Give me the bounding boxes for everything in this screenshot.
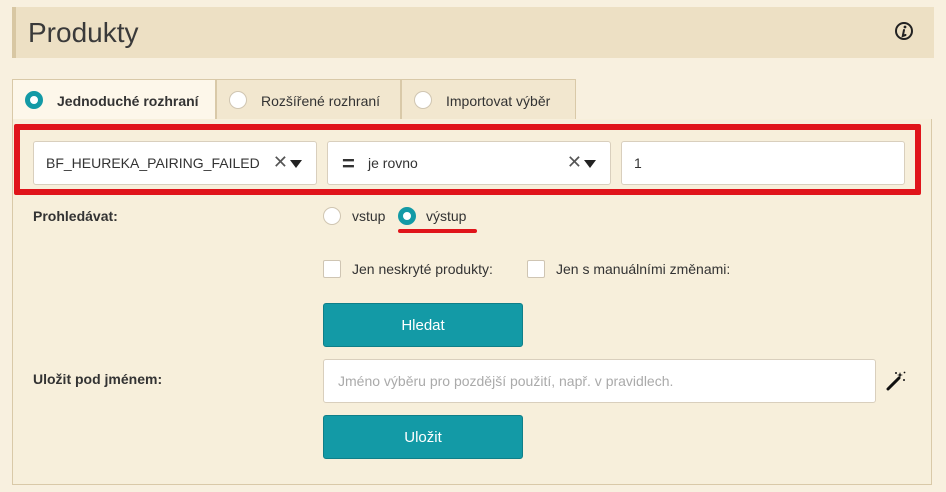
radio-input-option[interactable] xyxy=(323,207,341,225)
visible-only-label: Jen neskryté produkty: xyxy=(352,261,493,277)
manual-changes-checkbox[interactable] xyxy=(527,260,545,278)
value-input[interactable]: 1 xyxy=(621,141,905,185)
magic-wand-icon[interactable] xyxy=(885,370,907,392)
save-button[interactable]: Uložit xyxy=(323,415,523,459)
page-title: Produkty xyxy=(28,17,139,48)
manual-changes-label: Jen s manuálními změnami: xyxy=(556,261,731,277)
tab-advanced[interactable]: Rozšířené rozhraní xyxy=(216,79,401,120)
radio-icon xyxy=(229,91,247,109)
save-name-input[interactable] xyxy=(323,359,876,403)
chevron-down-icon[interactable] xyxy=(584,160,596,168)
radio-icon xyxy=(25,91,43,109)
tab-import[interactable]: Importovat výběr xyxy=(401,79,576,120)
clear-icon[interactable]: ✕ xyxy=(567,152,582,173)
tab-simple[interactable]: Jednoduché rozhraní xyxy=(12,79,216,120)
chevron-down-icon[interactable] xyxy=(290,160,302,168)
radio-output-option[interactable] xyxy=(398,207,416,225)
search-button[interactable]: Hledat xyxy=(323,303,523,347)
radio-input-label: vstup xyxy=(352,208,386,224)
save-name-label: Uložit pod jménem: xyxy=(33,371,163,387)
tab-label: Rozšířené rozhraní xyxy=(261,93,381,109)
radio-icon xyxy=(414,91,432,109)
search-in-label: Prohledávat: xyxy=(33,208,118,224)
operator-select[interactable]: = je rovno ✕ xyxy=(327,141,611,185)
page-header: Produkty xyxy=(12,7,934,58)
operator-label: je rovno xyxy=(368,155,418,171)
clear-icon[interactable]: ✕ xyxy=(273,152,288,173)
tab-label: Jednoduché rozhraní xyxy=(57,93,199,109)
info-icon[interactable] xyxy=(894,21,914,41)
equals-icon: = xyxy=(342,151,355,176)
field-select[interactable]: BF_HEUREKA_PAIRING_FAILED ✕ xyxy=(33,141,317,185)
visible-only-checkbox[interactable] xyxy=(323,260,341,278)
tab-label: Importovat výběr xyxy=(446,93,551,109)
value-input-text: 1 xyxy=(634,155,642,171)
radio-output-label: výstup xyxy=(426,208,467,224)
field-select-value: BF_HEUREKA_PAIRING_FAILED xyxy=(46,155,260,171)
highlight-underline xyxy=(398,229,477,233)
